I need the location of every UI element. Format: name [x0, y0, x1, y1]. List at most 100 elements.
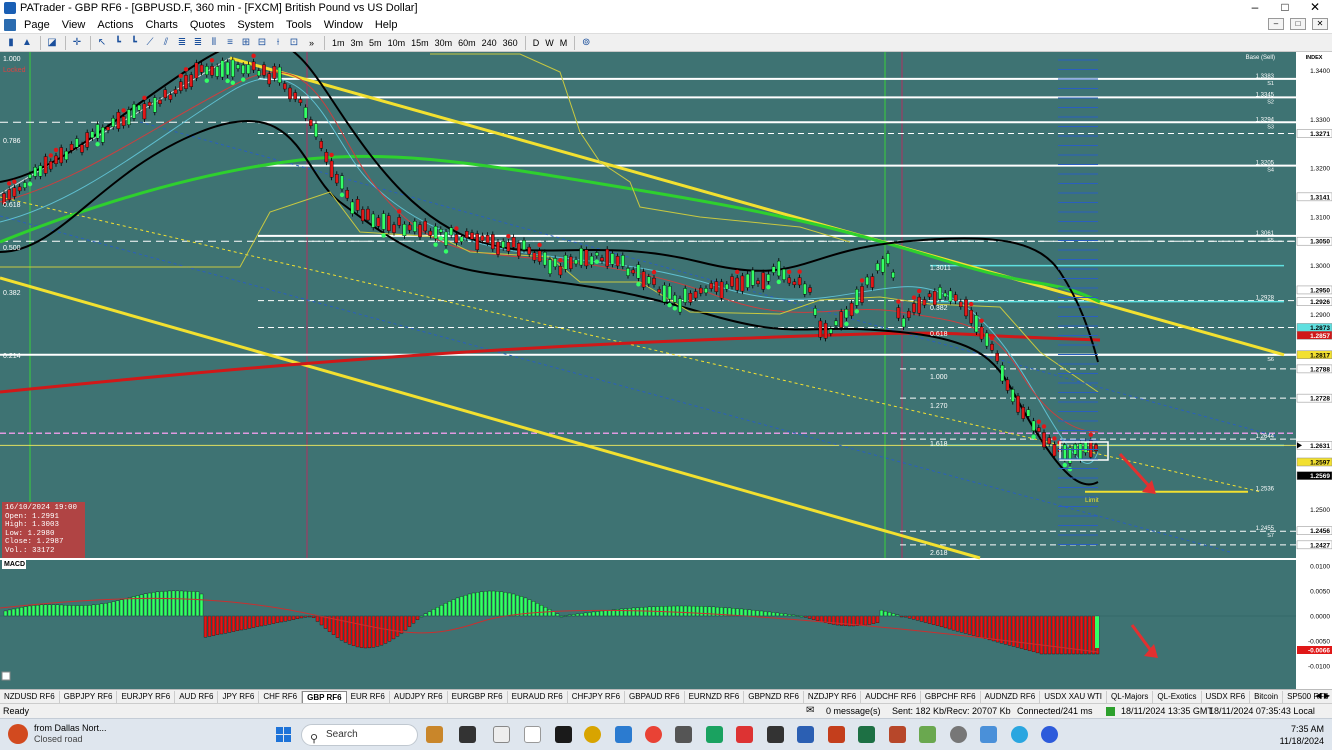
- chrome-icon[interactable]: [645, 726, 662, 743]
- tab-bitcoin[interactable]: Bitcoin: [1250, 690, 1284, 703]
- tf-3m[interactable]: 3m: [348, 38, 367, 48]
- menu-charts[interactable]: Charts: [139, 19, 183, 31]
- trading-app-icon[interactable]: [524, 726, 541, 743]
- notepad-icon[interactable]: [493, 726, 510, 743]
- tf-w[interactable]: W: [542, 38, 557, 48]
- tf-1m[interactable]: 1m: [329, 38, 348, 48]
- tf-5m[interactable]: 5m: [366, 38, 385, 48]
- system-clock[interactable]: 7:35 AM 11/18/2024: [1280, 723, 1324, 747]
- fib-retracement-icon[interactable]: ≣: [175, 36, 189, 50]
- tab-gbpnzd-rf6[interactable]: GBPNZD RF6: [744, 690, 804, 703]
- telegram-icon[interactable]: [1011, 726, 1028, 743]
- tab-eur-rf6[interactable]: EUR RF6: [347, 690, 390, 703]
- menu-help[interactable]: Help: [369, 19, 404, 31]
- monitor-app-icon[interactable]: [980, 726, 997, 743]
- menu-quotes[interactable]: Quotes: [184, 19, 231, 31]
- tab-scroll-arrows[interactable]: ◀ ▶: [1315, 691, 1330, 700]
- status-messages[interactable]: 0 message(s): [826, 706, 881, 716]
- tab-audnzd-rf6[interactable]: AUDNZD RF6: [981, 690, 1041, 703]
- zoom-icon[interactable]: [1041, 726, 1058, 743]
- text-tool-icon[interactable]: ⊟: [255, 36, 269, 50]
- menu-window[interactable]: Window: [318, 19, 369, 31]
- terminal-icon[interactable]: [767, 726, 784, 743]
- tab-aud-rf6[interactable]: AUD RF6: [175, 690, 219, 703]
- menu-page[interactable]: Page: [18, 19, 56, 31]
- tab-euraud-rf6[interactable]: EURAUD RF6: [508, 690, 568, 703]
- chart-canvas[interactable]: 1.000 0.786 0.618 0.500 0.382 0.214 Locked Base…: [0, 52, 1332, 689]
- tab-gbp-rf6[interactable]: GBP RF6: [302, 690, 347, 703]
- widget-app-icon[interactable]: [426, 726, 443, 743]
- tab-eurgbp-rf6[interactable]: EURGBP RF6: [448, 690, 508, 703]
- file-explorer-icon[interactable]: [615, 726, 632, 743]
- tab-chfjpy-rf6[interactable]: CHFJPY RF6: [568, 690, 626, 703]
- menu-view[interactable]: View: [56, 19, 92, 31]
- tf-10m[interactable]: 10m: [385, 38, 409, 48]
- tf-360[interactable]: 360: [500, 38, 521, 48]
- task-view-icon[interactable]: [459, 726, 476, 743]
- pivot-icon[interactable]: ≡: [223, 36, 237, 50]
- tab-jpy-rf6[interactable]: JPY RF6: [218, 690, 260, 703]
- channel-icon[interactable]: ⫽: [159, 36, 173, 50]
- close-button[interactable]: ✕: [1298, 0, 1332, 16]
- excel-icon[interactable]: [858, 726, 875, 743]
- tab-usdx-rf6[interactable]: USDX RF6: [1202, 690, 1251, 703]
- mdi-minimize-button[interactable]: –: [1268, 18, 1284, 30]
- tab-ql-majors[interactable]: QL-Majors: [1107, 690, 1154, 703]
- tab-eurnzd-rf6[interactable]: EURNZD RF6: [685, 690, 745, 703]
- alert-icon[interactable]: ▲: [20, 36, 34, 50]
- chart-icon[interactable]: ◪: [45, 36, 59, 50]
- tab-gbpaud-rf6[interactable]: GBPAUD RF6: [625, 690, 685, 703]
- tf-240[interactable]: 240: [479, 38, 500, 48]
- settings-app-icon[interactable]: [950, 726, 967, 743]
- ic-markets-icon[interactable]: [555, 726, 572, 743]
- tab-ql-exotics[interactable]: QL-Exotics: [1153, 690, 1202, 703]
- tf-15m[interactable]: 15m: [408, 38, 432, 48]
- tab-usdx-xau-wti[interactable]: USDX XAU WTI: [1040, 690, 1108, 703]
- word-icon[interactable]: [797, 726, 814, 743]
- tf-30m[interactable]: 30m: [432, 38, 456, 48]
- mdi-restore-button[interactable]: □: [1290, 18, 1306, 30]
- menu-system[interactable]: System: [231, 19, 280, 31]
- menu-actions[interactable]: Actions: [91, 19, 139, 31]
- taskbar-search-input[interactable]: ⚲ Search: [301, 724, 418, 746]
- message-icon[interactable]: ✉: [806, 705, 814, 716]
- vline-icon[interactable]: ┗: [127, 36, 141, 50]
- settings-icon[interactable]: ⊚: [579, 36, 593, 50]
- fib-extension-icon[interactable]: ≣: [191, 36, 205, 50]
- price-chart[interactable]: 1.000 0.786 0.618 0.500 0.382 0.214 Locked Base…: [0, 52, 1332, 689]
- crosshair-icon[interactable]: ✛: [70, 36, 84, 50]
- maximize-button[interactable]: □: [1268, 0, 1302, 16]
- tab-nzdusd-rf6[interactable]: NZDUSD RF6: [0, 690, 60, 703]
- weather-widget[interactable]: from Dallas Nort... Closed road: [8, 723, 107, 745]
- pointer-icon[interactable]: ↖: [95, 36, 109, 50]
- fib-time-icon[interactable]: ⦀: [207, 36, 221, 50]
- s-app-icon[interactable]: [736, 726, 753, 743]
- trendline-icon[interactable]: ⟋: [143, 36, 157, 50]
- tab-gbpjpy-rf6[interactable]: GBPJPY RF6: [60, 690, 118, 703]
- minimize-button[interactable]: –: [1238, 0, 1272, 16]
- tf-60m[interactable]: 60m: [455, 38, 479, 48]
- tf-m[interactable]: M: [557, 38, 571, 48]
- gann-icon[interactable]: ⊞: [239, 36, 253, 50]
- tab-audjpy-rf6[interactable]: AUDJPY RF6: [390, 690, 448, 703]
- norton-icon[interactable]: [584, 726, 601, 743]
- tab-gbpchf-rf6[interactable]: GBPCHF RF6: [921, 690, 981, 703]
- fan-icon[interactable]: ⟊: [271, 36, 285, 50]
- arc-icon[interactable]: ⊡: [287, 36, 301, 50]
- mdi-close-button[interactable]: ✕: [1312, 18, 1328, 30]
- powerpoint-icon[interactable]: [828, 726, 845, 743]
- tf-d[interactable]: D: [530, 38, 543, 48]
- windows-start-icon[interactable]: [276, 727, 292, 743]
- tab-nzdjpy-rf6[interactable]: NZDJPY RF6: [804, 690, 862, 703]
- tab-eurjpy-rf6[interactable]: EURJPY RF6: [117, 690, 176, 703]
- grid-app-icon[interactable]: [675, 726, 692, 743]
- chart-app-icon[interactable]: [706, 726, 723, 743]
- access-icon[interactable]: [889, 726, 906, 743]
- green-app-icon[interactable]: [919, 726, 936, 743]
- bars-icon[interactable]: ▮: [4, 36, 18, 50]
- toolbar-more[interactable]: »: [309, 38, 314, 48]
- tab-chf-rf6[interactable]: CHF RF6: [259, 690, 303, 703]
- tab-audchf-rf6[interactable]: AUDCHF RF6: [861, 690, 921, 703]
- hline-icon[interactable]: ┗: [111, 36, 125, 50]
- menu-tools[interactable]: Tools: [280, 19, 318, 31]
